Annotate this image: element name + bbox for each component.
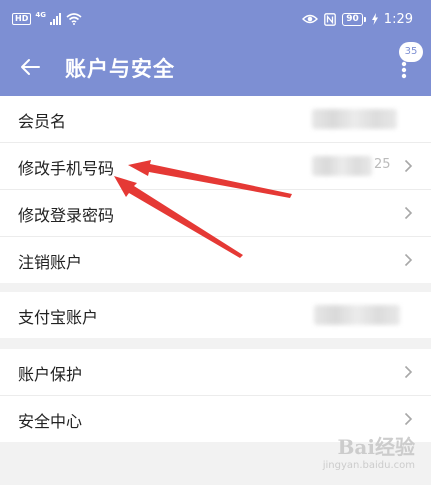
- clock: 1:29: [383, 11, 413, 27]
- cancel-account-row[interactable]: 注销账户: [0, 237, 431, 283]
- page-title: 账户与安全: [65, 57, 175, 81]
- network-type: 4G: [35, 11, 46, 19]
- chevron-right-icon: [404, 159, 413, 173]
- battery-tip: [363, 16, 366, 22]
- battery-indicator: 90: [342, 12, 366, 26]
- baidu-jingyan-watermark: Bai经验 jingyan.baidu.com: [323, 431, 415, 471]
- alipay-value-masked: [314, 305, 400, 325]
- member-name-value-masked: [312, 109, 397, 129]
- more-options-icon[interactable]: [394, 56, 414, 80]
- member-name-label: 会员名: [18, 112, 67, 131]
- status-bar: HD 4G 90 1:29: [0, 0, 431, 38]
- chevron-right-icon: [404, 412, 413, 426]
- wifi-icon: [66, 13, 82, 25]
- status-left: HD 4G: [12, 10, 82, 28]
- signal-icon: [49, 13, 61, 25]
- chevron-right-icon: [404, 365, 413, 379]
- status-right: 90 1:29: [302, 9, 413, 29]
- charging-icon: [371, 13, 378, 25]
- chevron-right-icon: [404, 206, 413, 220]
- alipay-account-row[interactable]: 支付宝账户: [0, 292, 431, 338]
- account-protection-row[interactable]: 账户保护: [0, 349, 431, 396]
- security-center-label: 安全中心: [18, 412, 83, 431]
- change-phone-row[interactable]: 修改手机号码 25: [0, 143, 431, 190]
- chevron-right-icon: [404, 253, 413, 267]
- watermark-logo: Bai经验: [337, 435, 415, 459]
- battery-level: 90: [342, 12, 363, 26]
- eye-comfort-icon: [302, 14, 319, 24]
- back-arrow-icon[interactable]: [18, 55, 42, 79]
- phone-value-masked: [312, 156, 372, 176]
- account-settings-group: 会员名 修改手机号码 25 修改登录密码 注销账户: [0, 96, 431, 283]
- change-password-label: 修改登录密码: [18, 206, 115, 225]
- member-name-row[interactable]: 会员名: [0, 96, 431, 143]
- nfc-icon: [324, 12, 337, 26]
- security-group: 账户保护 安全中心: [0, 349, 431, 442]
- account-protection-label: 账户保护: [18, 365, 83, 384]
- change-phone-label: 修改手机号码: [18, 159, 115, 178]
- hd-indicator: HD: [12, 13, 32, 25]
- phone-suffix: 25: [374, 157, 391, 172]
- app-bar: 账户与安全 35: [0, 38, 431, 96]
- change-password-row[interactable]: 修改登录密码: [0, 190, 431, 237]
- alipay-account-label: 支付宝账户: [18, 308, 99, 327]
- cancel-account-label: 注销账户: [18, 253, 83, 272]
- alipay-group: 支付宝账户: [0, 292, 431, 338]
- watermark-url: jingyan.baidu.com: [322, 460, 415, 471]
